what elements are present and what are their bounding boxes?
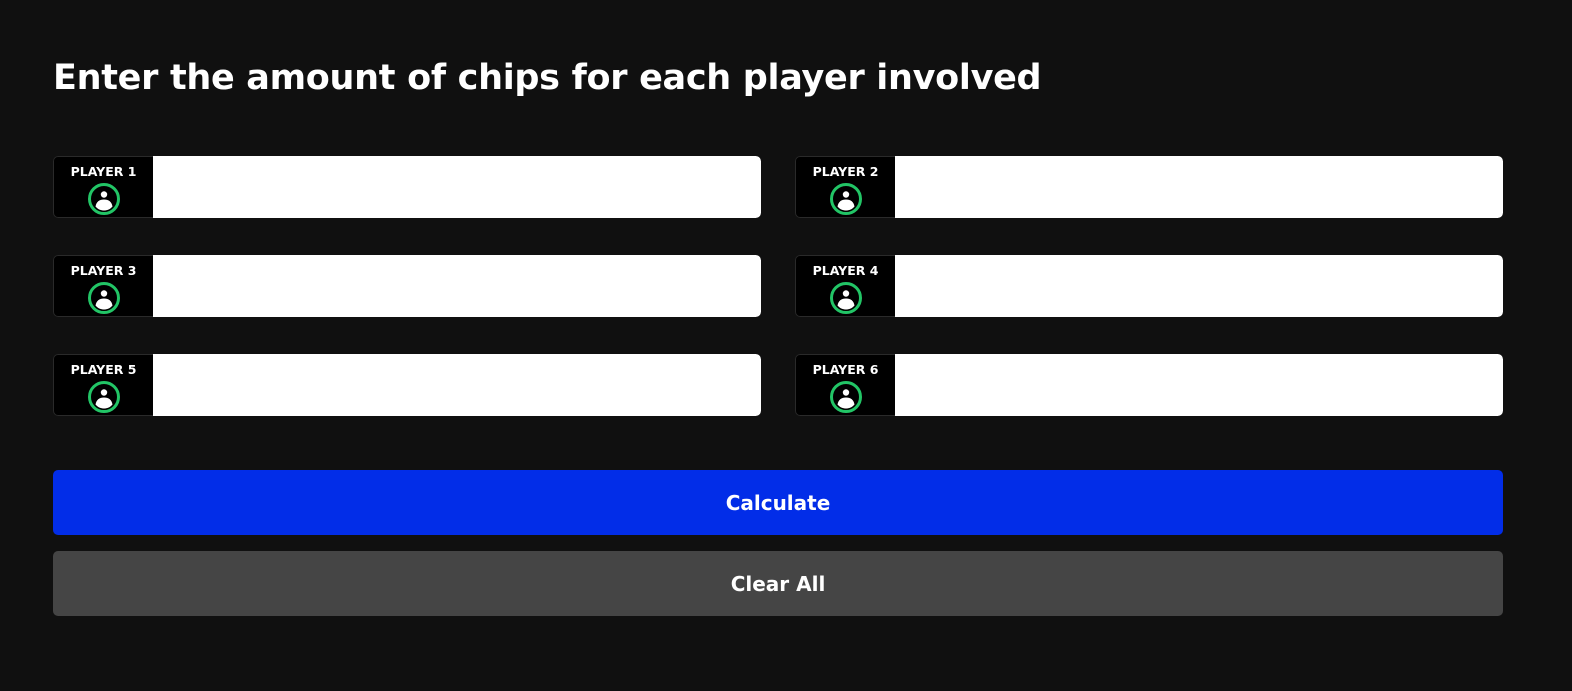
player-3-tag: PLAYER 3: [53, 255, 153, 317]
player-4-tag: PLAYER 4: [795, 255, 895, 317]
player-avatar-icon: [87, 183, 120, 215]
clear-all-button[interactable]: Clear All: [53, 551, 1503, 616]
player-3-chips-input[interactable]: [153, 255, 761, 317]
player-6-row: PLAYER 6: [795, 354, 1503, 416]
player-avatar-icon: [87, 381, 120, 413]
calculate-button[interactable]: Calculate: [53, 470, 1503, 535]
player-5-chips-input[interactable]: [153, 354, 761, 416]
player-avatar-icon: [829, 381, 862, 413]
player-5-row: PLAYER 5: [53, 354, 761, 416]
player-2-row: PLAYER 2: [795, 156, 1503, 218]
player-grid: PLAYER 1 PLAYER 2 PLAYER 3 PLAYER 4 PLAY…: [53, 156, 1503, 416]
player-6-tag: PLAYER 6: [795, 354, 895, 416]
player-5-tag: PLAYER 5: [53, 354, 153, 416]
player-1-chips-input[interactable]: [153, 156, 761, 218]
player-1-tag: PLAYER 1: [53, 156, 153, 218]
player-3-label: PLAYER 3: [70, 263, 137, 278]
player-1-label: PLAYER 1: [70, 164, 137, 179]
player-avatar-icon: [829, 183, 862, 215]
player-2-label: PLAYER 2: [812, 164, 879, 179]
player-6-chips-input[interactable]: [895, 354, 1503, 416]
page-title: Enter the amount of chips for each playe…: [53, 58, 1042, 98]
player-5-label: PLAYER 5: [70, 362, 137, 377]
player-1-row: PLAYER 1: [53, 156, 761, 218]
player-4-chips-input[interactable]: [895, 255, 1503, 317]
player-2-tag: PLAYER 2: [795, 156, 895, 218]
chip-calculator-page: Enter the amount of chips for each playe…: [0, 0, 1572, 691]
player-avatar-icon: [87, 282, 120, 314]
player-4-label: PLAYER 4: [812, 263, 879, 278]
player-2-chips-input[interactable]: [895, 156, 1503, 218]
player-4-row: PLAYER 4: [795, 255, 1503, 317]
player-3-row: PLAYER 3: [53, 255, 761, 317]
player-avatar-icon: [829, 282, 862, 314]
player-6-label: PLAYER 6: [812, 362, 879, 377]
